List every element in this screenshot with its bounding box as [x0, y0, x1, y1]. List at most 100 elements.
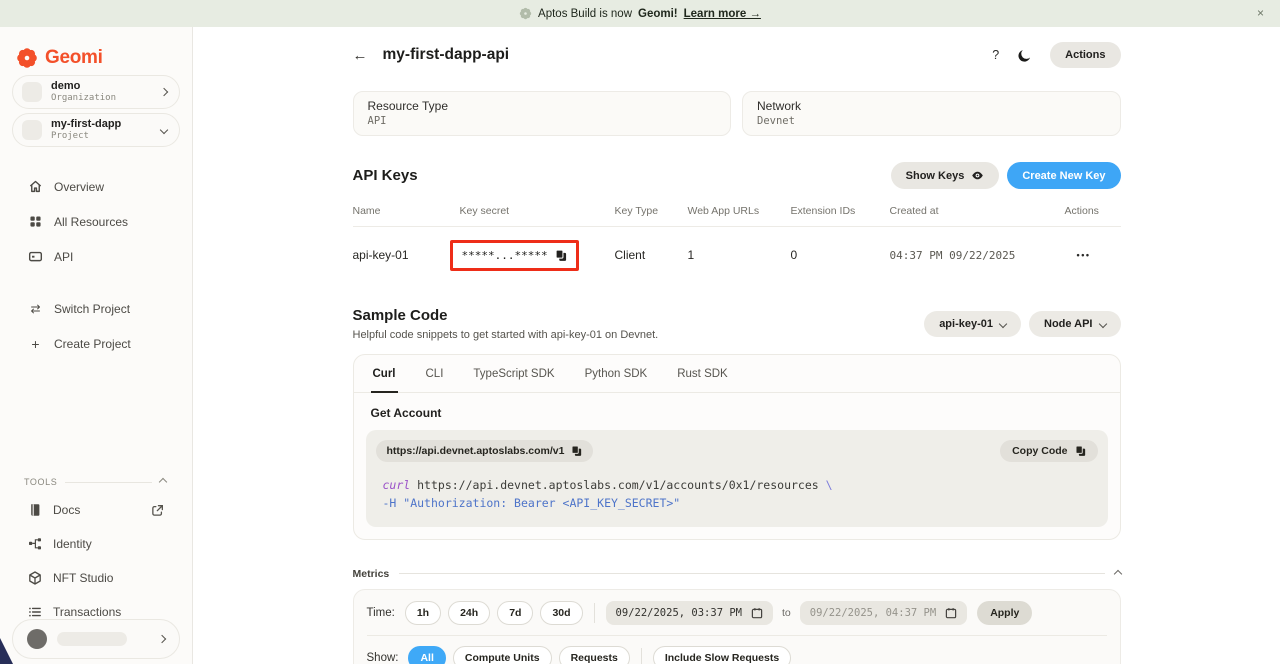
copy-icon[interactable] — [571, 445, 582, 457]
code-snippet: curl https://api.devnet.aptoslabs.com/v1… — [383, 477, 1091, 513]
create-project-button[interactable]: + Create Project — [12, 326, 180, 362]
code-tabs: Curl CLI TypeScript SDK Python SDK Rust … — [354, 355, 1120, 393]
column-header: Extension IDs — [791, 205, 890, 217]
resource-type-card: Resource Type API — [353, 91, 732, 136]
user-name-placeholder — [57, 632, 127, 646]
book-icon — [28, 503, 42, 517]
sidebar-item-all-resources[interactable]: All Resources — [12, 204, 180, 239]
org-switcher[interactable]: demo Organization — [12, 75, 180, 109]
sample-code-subtitle: Helpful code snippets to get started wit… — [353, 329, 659, 341]
divider — [594, 603, 595, 623]
api-select-dropdown[interactable]: Node API — [1029, 311, 1121, 337]
tools-section-header[interactable]: TOOLS — [12, 477, 180, 487]
user-avatar — [27, 629, 47, 649]
metrics-title: Metrics — [353, 568, 390, 580]
calendar-icon[interactable] — [945, 607, 957, 619]
corner-decoration — [0, 638, 13, 664]
tools-label: TOOLS — [24, 477, 57, 487]
org-type-label: Organization — [51, 93, 152, 104]
metrics-filter-card: Time: 1h 24h 7d 30d 09/22/2025, 03:37 PM… — [353, 589, 1121, 664]
back-button[interactable]: ← — [353, 47, 379, 64]
tab-curl[interactable]: Curl — [371, 355, 398, 393]
create-new-key-button[interactable]: Create New Key — [1007, 162, 1120, 189]
range-24h-button[interactable]: 24h — [448, 601, 490, 625]
project-switcher[interactable]: my-first-dapp Project — [12, 113, 180, 147]
announcement-banner: Aptos Build is now Geomi! Learn more → × — [0, 0, 1280, 27]
column-header: Actions — [1065, 205, 1125, 217]
sidebar-item-identity[interactable]: Identity — [12, 527, 180, 561]
divider — [399, 573, 1104, 574]
external-link-icon — [151, 504, 164, 517]
sidebar-item-overview[interactable]: Overview — [12, 169, 180, 204]
switch-project-button[interactable]: ⇄ Switch Project — [12, 292, 180, 326]
tab-typescript-sdk[interactable]: TypeScript SDK — [471, 355, 556, 393]
show-label: Show: — [367, 652, 399, 664]
plus-icon: + — [28, 336, 43, 352]
tab-cli[interactable]: CLI — [424, 355, 446, 393]
user-account-card[interactable] — [12, 619, 180, 659]
org-name: demo — [51, 80, 152, 94]
calendar-icon[interactable] — [751, 607, 763, 619]
filter-all-button[interactable]: All — [408, 646, 445, 664]
tab-python-sdk[interactable]: Python SDK — [583, 355, 650, 393]
banner-close-icon[interactable]: × — [1257, 6, 1264, 20]
range-30d-button[interactable]: 30d — [540, 601, 582, 625]
project-name: my-first-dapp — [51, 118, 152, 132]
divider — [65, 482, 152, 483]
switch-arrows-icon: ⇄ — [28, 302, 43, 316]
copy-icon[interactable] — [555, 249, 567, 262]
info-card-label: Network — [757, 99, 1106, 113]
range-7d-button[interactable]: 7d — [497, 601, 533, 625]
help-button[interactable]: ? — [992, 48, 999, 62]
banner-brand: Geomi! — [638, 8, 678, 20]
include-slow-requests-toggle[interactable]: Include Slow Requests — [653, 646, 791, 664]
extension-ids-count: 0 — [791, 248, 890, 262]
row-actions-menu-button[interactable]: ••• — [1077, 250, 1121, 260]
dark-mode-moon-icon[interactable] — [1017, 48, 1032, 63]
tab-rust-sdk[interactable]: Rust SDK — [675, 355, 730, 393]
sidebar-item-nft-studio[interactable]: NFT Studio — [12, 561, 180, 595]
to-label: to — [782, 607, 791, 619]
sidebar-action-label: Create Project — [54, 337, 131, 351]
key-secret-highlighted[interactable]: *****...***** — [450, 240, 579, 271]
banner-learn-more-link[interactable]: Learn more → — [684, 8, 761, 20]
list-icon — [28, 605, 42, 619]
sidebar-item-docs[interactable]: Docs — [12, 493, 180, 527]
sidebar-item-label: Identity — [53, 537, 164, 551]
chevron-down-icon — [999, 320, 1007, 328]
date-from-input[interactable]: 09/22/2025, 03:37 PM — [606, 601, 773, 625]
api-keys-table-header: Name Key secret Key Type Web App URLs Ex… — [353, 205, 1121, 227]
endpoint-url-pill[interactable]: https://api.devnet.aptoslabs.com/v1 — [376, 440, 594, 462]
web-app-urls-count: 1 — [688, 248, 791, 262]
sidebar-item-label: Transactions — [53, 605, 164, 619]
column-header: Name — [353, 205, 460, 217]
filter-requests-button[interactable]: Requests — [559, 646, 630, 664]
copy-code-button[interactable]: Copy Code — [1000, 440, 1097, 462]
identity-nodes-icon — [28, 537, 42, 551]
main-panel: ← my-first-dapp-api ? Actions Resource T… — [193, 27, 1280, 664]
filter-compute-units-button[interactable]: Compute Units — [453, 646, 552, 664]
logo[interactable]: Geomi — [12, 39, 180, 71]
show-keys-button[interactable]: Show Keys — [891, 162, 1000, 189]
chevron-right-icon — [160, 88, 168, 96]
network-card: Network Devnet — [742, 91, 1121, 136]
sidebar-item-api[interactable]: API — [12, 239, 180, 274]
divider — [641, 648, 642, 664]
logo-wordmark: Geomi — [45, 47, 103, 69]
column-header: Key Type — [615, 205, 688, 217]
api-card-icon — [28, 249, 43, 264]
column-header: Created at — [890, 205, 1065, 217]
metrics-section-header[interactable]: Metrics — [353, 568, 1121, 580]
sidebar-item-label: API — [54, 250, 73, 264]
apply-button[interactable]: Apply — [977, 601, 1032, 625]
key-select-dropdown[interactable]: api-key-01 — [924, 311, 1021, 337]
sidebar-action-label: Switch Project — [54, 302, 130, 316]
grid-icon — [28, 214, 43, 229]
key-name: api-key-01 — [353, 248, 460, 262]
range-1h-button[interactable]: 1h — [405, 601, 441, 625]
table-row: api-key-01 *****...***** Client 1 0 04:3… — [353, 227, 1121, 283]
date-to-input[interactable]: 09/22/2025, 04:37 PM — [800, 601, 967, 625]
cube-icon — [28, 571, 42, 585]
info-card-value: API — [368, 115, 717, 127]
actions-button[interactable]: Actions — [1050, 42, 1120, 68]
